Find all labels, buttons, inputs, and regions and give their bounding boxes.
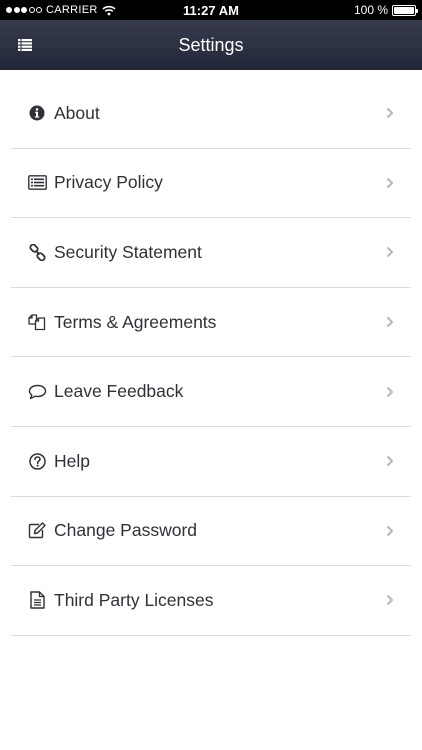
chevron-right-icon [385,593,395,607]
settings-item-label: Leave Feedback [54,381,184,402]
settings-item-change-password[interactable]: Change Password [11,497,411,567]
list-card-icon [27,173,47,193]
chevron-right-icon [385,106,395,120]
settings-item-about[interactable]: About [11,79,411,149]
chevron-right-icon [385,315,395,329]
chain-link-icon [27,242,47,262]
carrier-name: CARRIER [46,4,98,16]
settings-item-label: Privacy Policy [54,172,163,193]
settings-item-label: Security Statement [54,241,202,262]
chevron-right-icon [385,454,395,468]
settings-item-privacy-policy[interactable]: Privacy Policy [11,149,411,219]
documents-icon [27,312,47,332]
status-right: 100 % [276,3,418,17]
info-circle-icon [27,103,47,123]
settings-item-label: Terms & Agreements [54,311,217,332]
signal-dots-icon [6,7,42,13]
settings-item-label: Third Party Licenses [54,589,214,610]
page-title: Settings [178,34,244,55]
speech-bubble-icon [27,382,47,402]
chevron-right-icon [385,385,395,399]
settings-item-label: Help [54,450,90,471]
chevron-right-icon [385,176,395,190]
settings-item-security-statement[interactable]: Security Statement [11,218,411,288]
list-menu-icon [18,39,32,51]
chevron-right-icon [385,524,395,538]
battery-icon [392,4,418,16]
chevron-right-icon [385,245,395,259]
battery-level [394,6,414,14]
document-icon [27,590,47,610]
menu-button[interactable] [12,33,38,57]
edit-icon [27,521,47,541]
settings-item-help[interactable]: Help [11,427,411,497]
nav-bar: Settings [0,20,422,70]
settings-item-terms-agreements[interactable]: Terms & Agreements [11,288,411,358]
question-circle-icon [27,451,47,471]
settings-list: About Privacy Policy Security Statement … [0,79,422,636]
settings-item-third-party-licenses[interactable]: Third Party Licenses [11,566,411,636]
status-left: CARRIER [6,4,146,16]
battery-percent: 100 % [353,3,388,17]
settings-item-label: Change Password [54,520,197,541]
settings-item-label: About [54,102,100,123]
wifi-icon [102,5,116,15]
status-bar: CARRIER 11:27 AM 100 % [0,0,422,20]
settings-item-leave-feedback[interactable]: Leave Feedback [11,357,411,427]
